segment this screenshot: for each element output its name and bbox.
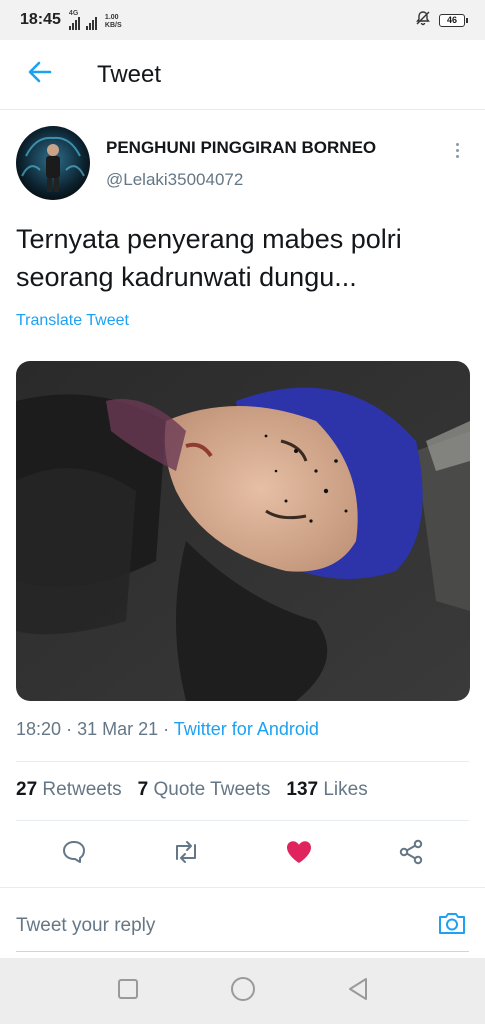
tweet-media-image[interactable] <box>16 361 470 701</box>
share-icon <box>397 838 425 871</box>
network-indicator: 4G 1.00 KB/S <box>68 10 122 30</box>
signal-icon <box>68 17 80 30</box>
network-speed: 1.00 KB/S <box>104 14 122 29</box>
system-nav-bar <box>0 958 485 1024</box>
app-header: Tweet <box>0 40 485 110</box>
quote-tweets-stat[interactable]: 7 Quote Tweets <box>138 779 271 801</box>
divider <box>16 761 469 762</box>
speech-bubble-icon <box>61 839 87 870</box>
tweet-time: 18:20 <box>16 719 62 739</box>
status-time: 18:45 <box>20 11 61 28</box>
arrow-left-icon <box>27 60 53 89</box>
author-name[interactable]: PENGHUNI PINGGIRAN BORNEO <box>106 138 376 158</box>
battery-level: 46 <box>446 15 457 25</box>
reply-underline <box>16 951 469 952</box>
home-button[interactable] <box>223 971 263 1011</box>
tweet-source-link[interactable]: Twitter for Android <box>174 719 319 739</box>
tweet-author-row: PENGHUNI PINGGIRAN BORNEO @Lelaki3500407… <box>16 126 471 202</box>
retweet-button[interactable] <box>166 834 206 874</box>
triangle-back-icon <box>347 977 369 1006</box>
tweet-date: 31 Mar 21 <box>77 719 159 739</box>
author-handle[interactable]: @Lelaki35004072 <box>106 170 376 190</box>
status-bar: 18:45 4G 1.00 KB/S 46 <box>0 0 485 40</box>
reply-input[interactable]: Tweet your reply <box>16 915 155 937</box>
camera-button[interactable] <box>435 908 469 942</box>
signal-icon-2 <box>85 17 97 30</box>
page-title: Tweet <box>97 60 162 88</box>
heart-icon <box>285 839 313 870</box>
recent-apps-button[interactable] <box>108 971 148 1011</box>
likes-stat[interactable]: 137 Likes <box>286 779 367 801</box>
circle-icon <box>230 976 256 1007</box>
camera-icon <box>437 910 467 941</box>
tweet-stats: 27 Retweets 7 Quote Tweets 137 Likes <box>16 779 368 801</box>
vertical-dots-icon[interactable] <box>447 140 467 160</box>
retweets-stat[interactable]: 27 Retweets <box>16 779 122 801</box>
divider <box>16 820 469 821</box>
network-type: 4G <box>68 10 79 17</box>
tweet-actions <box>0 834 485 874</box>
avatar[interactable] <box>16 126 90 200</box>
reply-bar: Tweet your reply <box>0 887 485 957</box>
square-icon <box>117 978 139 1005</box>
muted-bell-icon <box>415 10 431 31</box>
battery-icon: 46 <box>439 13 468 27</box>
back-button[interactable] <box>0 40 80 110</box>
tweet-metadata: 18:20 · 31 Mar 21 · Twitter for Android <box>16 719 319 739</box>
share-button[interactable] <box>391 834 431 874</box>
back-nav-button[interactable] <box>338 971 378 1011</box>
like-button[interactable] <box>279 834 319 874</box>
retweet-icon <box>171 840 201 869</box>
tweet-text: Ternyata penyerang mabes polri seorang k… <box>16 224 402 292</box>
reply-button[interactable] <box>54 834 94 874</box>
translate-tweet-link[interactable]: Translate Tweet <box>16 312 129 330</box>
